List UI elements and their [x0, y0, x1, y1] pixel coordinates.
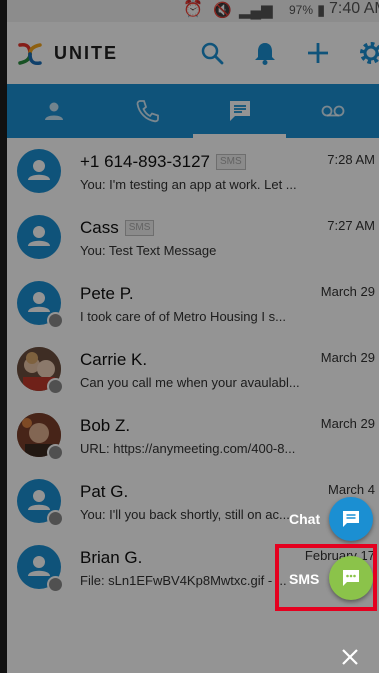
- fab-menu-overlay[interactable]: Chat SMS: [7, 0, 379, 673]
- app-screen: ⏰ 🔇 ▂▄▆ 97% ▮ 7:40 AM UNITE: [7, 0, 379, 673]
- close-icon[interactable]: [339, 646, 361, 668]
- chat-label: Chat: [289, 511, 321, 527]
- chat-icon: [343, 511, 359, 527]
- new-chat-button[interactable]: [329, 497, 373, 541]
- sms-highlight-box: [275, 544, 377, 611]
